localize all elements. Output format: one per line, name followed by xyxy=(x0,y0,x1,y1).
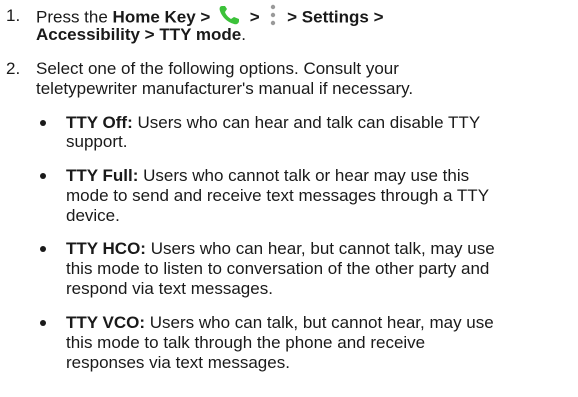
option-tty-full: TTY Full: Users who cannot talk or hear … xyxy=(66,166,469,186)
bullet-icon xyxy=(40,320,46,326)
option-tty-full-line-2: mode to send and receive text messages t… xyxy=(66,186,490,205)
step-2-line-1: Select one of the following options. Con… xyxy=(36,59,399,78)
step-1-period: . xyxy=(241,25,246,44)
bullet-icon xyxy=(40,173,46,179)
option-tty-vco: TTY VCO: Users who can talk, but cannot … xyxy=(66,313,494,333)
more-options-icon xyxy=(266,3,280,27)
step-2-line-2: teletypewriter manufacturer's manual if … xyxy=(36,79,414,98)
option-tty-vco-line-3: responses via text messages. xyxy=(66,353,290,372)
option-tty-hco: TTY HCO: Users who can hear, but cannot … xyxy=(66,239,495,259)
step-1-path: Accessibility > TTY mode xyxy=(36,25,242,44)
option-term: TTY Full: xyxy=(66,166,139,185)
option-term: TTY HCO: xyxy=(66,239,146,258)
option-tty-off: TTY Off: Users who can hear and talk can… xyxy=(66,113,480,133)
phone-icon xyxy=(217,4,243,26)
option-tty-hco-line-3: respond via text messages. xyxy=(66,279,273,298)
step-1-separator: > xyxy=(245,7,265,27)
bullet-icon xyxy=(40,246,46,252)
option-tty-full-line-3: device. xyxy=(66,206,120,225)
option-term: TTY Off: xyxy=(66,113,133,132)
option-description: Users who can talk, but cannot hear, may… xyxy=(145,313,494,332)
step-1-settings: > Settings > xyxy=(282,7,384,27)
step-number: 2. xyxy=(6,59,21,78)
option-description: Users who can hear, but cannot talk, may… xyxy=(145,239,495,258)
option-description: Users who can hear and talk can disable … xyxy=(132,113,481,132)
step-1-line-2: Accessibility > TTY mode. xyxy=(36,25,246,45)
step-1-prefix: Press the xyxy=(36,7,113,27)
step-1-home-key: Home Key > xyxy=(112,7,216,27)
option-tty-off-line-2: support. xyxy=(66,132,128,151)
option-description: Users who cannot talk or hear may use th… xyxy=(138,166,470,185)
step-number: 1. xyxy=(6,6,21,25)
option-tty-hco-line-2: this mode to listen to conversation of t… xyxy=(66,259,490,278)
option-term: TTY VCO: xyxy=(66,313,146,332)
bullet-icon xyxy=(40,120,46,126)
option-tty-vco-line-2: this mode to talk through the phone and … xyxy=(66,333,426,352)
